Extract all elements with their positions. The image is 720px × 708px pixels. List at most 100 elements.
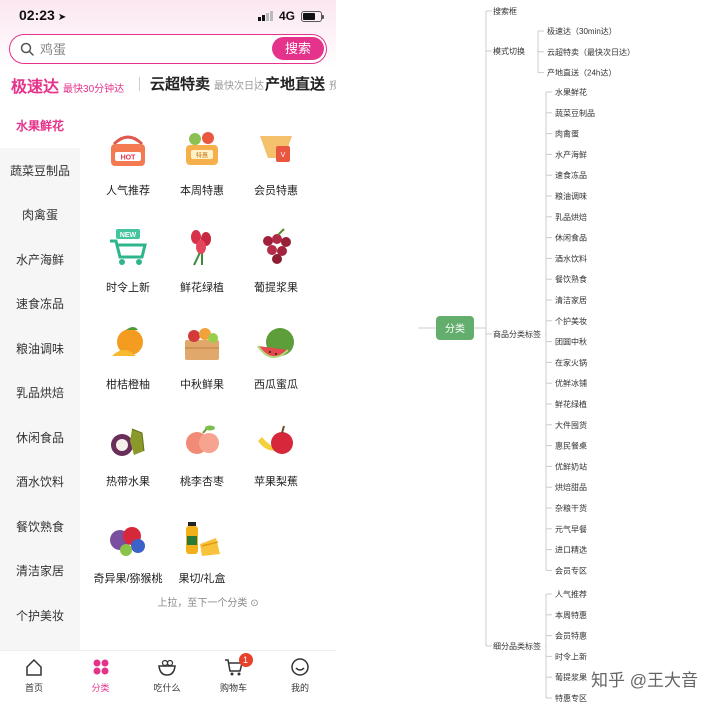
mode-tab-title: 产地直送 [265,76,326,93]
peach-icon [186,425,219,454]
category-label: 会员特惠 [254,185,298,197]
sidebar-item[interactable]: 乳品烘焙 [0,371,80,415]
category-tile[interactable]: V 会员特惠 [234,108,314,197]
mindmap-leaf-label: 杂粮干货 [555,503,587,513]
mindmap-leaf-label: 时令上新 [555,651,587,661]
category-label: 鲜花绿植 [180,282,224,294]
mode-tab-subtitle: 最快30分钟达 [63,84,125,95]
category-label: 中秋鲜果 [180,379,224,391]
next-category-hint[interactable]: 上拉，至下一个分类 ⊙ [80,594,336,609]
special-basket-icon: 特惠 [186,132,218,165]
category-tile[interactable]: 热带水果 [86,399,166,488]
category-label: 热带水果 [106,476,150,488]
sidebar-item[interactable]: 餐饮熟食 [0,505,80,549]
mindmap-branch-label: 搜索框 [493,6,517,16]
category-tile[interactable]: 鲜花绿植 [160,205,240,294]
mode-tab-origin-direct[interactable]: 产地直送 预计 [265,73,336,94]
tab-category[interactable]: 分类 [68,651,134,708]
tab-profile[interactable]: 我的 [267,651,333,708]
tab-label: 吃什么 [153,683,181,693]
mode-tab-title: 云超特卖 [150,76,211,93]
mindmap-leaf-label: 肉禽蛋 [555,129,579,139]
mindmap-leaf-label: 乳品烘焙 [555,212,587,222]
subcategory-grid: 上拉，至下一个分类 ⊙ HOT 人气推荐 特惠 本周特惠 V 会员特惠 NEW 时令上新 鲜花绿… [80,104,336,650]
tab-label: 分类 [91,683,110,693]
category-tile[interactable]: 西瓜蜜瓜 [234,302,314,391]
mindmap-leaf-label: 优鲜冰铺 [555,378,587,388]
mindmap-leaf-label: 优鲜奶站 [555,461,587,471]
mindmap-leaf-label: 特惠专区 [555,693,587,703]
category-label: 本周特惠 [180,185,224,197]
search-input[interactable] [40,41,240,57]
category-tile[interactable]: 桃李杏枣 [160,399,240,488]
battery-icon [301,10,324,22]
mode-tabs: 极速达 最快30分钟达 云超特卖 最快次日达 产地直送 预计 [0,70,336,96]
watermark: 知乎 @王大音 [591,671,698,690]
mindmap-panel: 分类 搜索框 模式切换 极速达（30min达） 云超特卖（最快次日达） 产地直送（24h达… [336,0,720,708]
category-tile[interactable]: 奇异果/猕猴桃 [86,496,166,585]
bottom-tab-bar: 首页 分类 吃什么 购物车 1 我的 [0,650,336,708]
mode-divider [139,77,140,91]
tab-cart[interactable]: 购物车 1 [201,651,267,708]
search-bar[interactable]: 搜索 [9,34,327,64]
mindmap-leaf-label: 葡提浆果 [555,672,587,682]
sidebar-item[interactable]: 休闲食品 [0,416,80,460]
mindmap-leaf-label: 团圆中秋 [555,337,587,347]
category-label: 人气推荐 [106,185,150,197]
tab-home[interactable]: 首页 [1,651,67,708]
status-time: 02:23 ➤ [19,7,66,23]
mindmap-leaf-label: 极速达（30min达） [547,26,617,36]
mindmap-branch-label: 商品分类标签 [493,329,541,339]
category-tile[interactable]: 苹果梨蕉 [234,399,314,488]
sidebar-item[interactable]: 清洁家居 [0,549,80,593]
mindmap-branch-label: 模式切换 [493,46,525,56]
category-tile[interactable]: 柑桔橙柚 [86,302,166,391]
category-label: 葡提浆果 [254,282,298,294]
category-tile[interactable]: NEW 时令上新 [86,205,166,294]
mindmap-leaf-label: 鲜花绿植 [555,399,587,409]
search-area: 搜索 [0,32,336,68]
kiwi-berry-icon [110,527,145,556]
mindmap-leaf-label: 在家火锅 [555,357,587,367]
mindmap-leaf-label: 惠民餐桌 [555,441,587,451]
signal-icon [257,11,273,21]
sidebar-item[interactable]: 水果鲜花 [0,104,80,148]
category-tile[interactable]: 中秋鲜果 [160,302,240,391]
hot-basket-icon: HOT [111,135,145,166]
sidebar-item[interactable]: 酒水饮料 [0,460,80,504]
network-type: 4G [278,9,295,23]
category-tile[interactable]: 特惠 本周特惠 [160,108,240,197]
category-label: 果切/礼盒 [178,573,226,585]
sidebar-item[interactable]: 速食冻品 [0,282,80,326]
cart-count-badge: 1 [238,653,253,667]
mindmap-diagram: 分类 搜索框模式切换 极速达（30min达） 云超特卖（最快次日达） 产地直送（24h达… [418,6,635,703]
category-label: 柑桔橙柚 [106,379,150,391]
sidebar-item[interactable]: 水产海鲜 [0,238,80,282]
mode-tab-super-sale[interactable]: 云超特卖 最快次日达 [150,73,264,94]
grape-icon [263,228,291,264]
svg-text:HOT: HOT [121,155,137,162]
tropical-fruit-icon [111,428,145,456]
sidebar-item[interactable]: 肉禽蛋 [0,193,80,237]
sidebar-item[interactable]: 个护美妆 [0,594,80,638]
category-label: 奇异果/猕猴桃 [93,573,163,585]
mode-tab-express[interactable]: 极速达 最快30分钟达 [11,73,124,96]
sidebar-item[interactable]: 蔬菜豆制品 [0,149,80,193]
melon-icon [257,328,294,358]
mode-tab-title: 极速达 [11,79,60,96]
search-button[interactable]: 搜索 [272,37,324,60]
apple-banana-icon [258,425,293,454]
tab-bowl[interactable]: 吃什么 [134,651,200,708]
orange-icon [112,327,143,356]
tab-label: 购物车 [219,683,247,693]
category-tile[interactable]: 葡提浆果 [234,205,314,294]
category-tile[interactable]: HOT 人气推荐 [86,108,166,197]
category-tile[interactable]: 果切/礼盒 [160,496,240,585]
mindmap-leaf-label: 进口精选 [555,545,587,555]
category-label: 苹果梨蕉 [254,476,298,488]
mindmap-leaf-label: 速食冻品 [555,170,587,180]
tulip-icon [191,230,211,266]
mindmap-root-label: 分类 [445,322,465,335]
sidebar-item[interactable]: 粮油调味 [0,327,80,371]
mindmap-leaf-label: 清洁家居 [555,295,587,305]
